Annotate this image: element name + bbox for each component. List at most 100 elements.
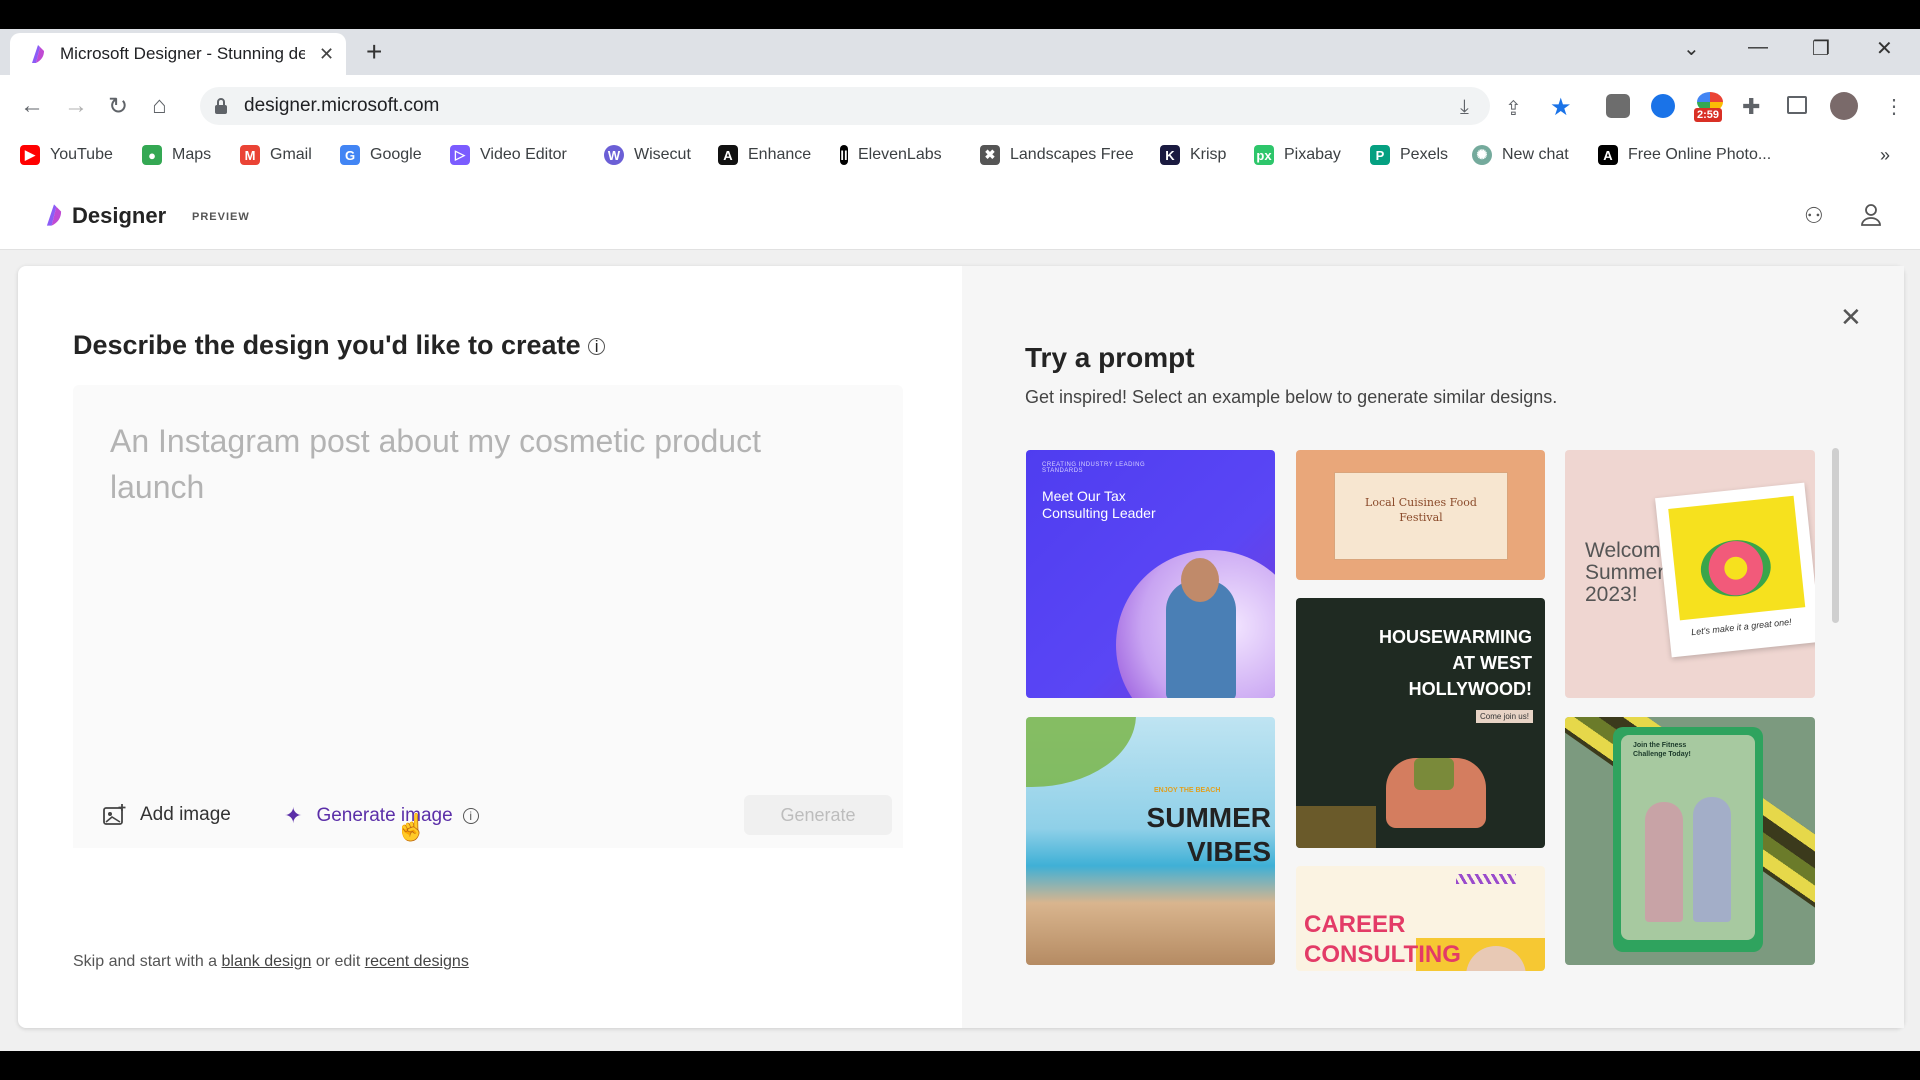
bookmark-youtube[interactable]: ▶ YouTube <box>20 145 113 165</box>
preview-badge: PREVIEW <box>192 211 250 223</box>
share-people-icon[interactable]: ⚇ <box>1804 203 1824 229</box>
bookmark-enhance[interactable]: A Enhance <box>718 145 811 165</box>
tile-headline: HOUSEWARMING AT WEST HOLLYWOOD! <box>1379 627 1532 699</box>
bookmark-elevenlabs[interactable]: ll ElevenLabs <box>840 145 942 165</box>
bookmark-wisecut[interactable]: W Wisecut <box>604 145 691 165</box>
skip-text: Skip and start with a blank design or ed… <box>73 953 469 970</box>
tile-photo-inner <box>1621 735 1755 940</box>
tab-title: Microsoft Designer - Stunning de <box>60 44 305 63</box>
tile-headline: Meet Our Tax Consulting Leader <box>1042 488 1156 521</box>
account-icon[interactable] <box>1858 201 1884 227</box>
page-title: Describe the design you'd like to create… <box>73 330 606 361</box>
share-icon[interactable]: ⇪ <box>1505 96 1522 121</box>
window-close-icon[interactable]: ✕ <box>1876 36 1893 61</box>
try-prompt-title: Try a prompt <box>1025 342 1195 373</box>
pixabay-icon: px <box>1254 145 1274 165</box>
bookmark-google[interactable]: G Google <box>340 145 422 165</box>
app-logo[interactable]: Designer <box>72 203 166 229</box>
url-text[interactable]: designer.microsoft.com <box>244 95 439 117</box>
lock-icon <box>215 98 227 114</box>
tile-person-1 <box>1645 802 1683 922</box>
mouse-cursor-icon: ☝ <box>395 812 428 842</box>
recent-designs-link[interactable]: recent designs <box>365 953 469 970</box>
screen-bottom-border <box>0 1051 1920 1080</box>
wisecut-icon: W <box>604 145 624 165</box>
blank-design-link[interactable]: blank design <box>222 953 312 970</box>
bookmark-landscapes[interactable]: ✖ Landscapes Free <box>980 145 1134 165</box>
prompt-tile-housewarming[interactable]: HOUSEWARMING AT WEST HOLLYWOOD! Come joi… <box>1296 598 1545 848</box>
tile-small-text: ENJOY THE BEACH <box>1154 787 1221 794</box>
generate-button[interactable]: Generate <box>744 795 892 835</box>
maps-icon: ● <box>142 145 162 165</box>
bookmark-star-icon[interactable]: ★ <box>1550 93 1572 122</box>
krisp-icon: K <box>1160 145 1180 165</box>
tile-person-head <box>1181 558 1219 602</box>
gmail-icon: M <box>240 145 260 165</box>
bookmark-pixabay[interactable]: px Pixabay <box>1254 145 1341 165</box>
designer-logo-icon[interactable] <box>42 202 66 228</box>
gallery-scrollbar[interactable] <box>1832 448 1839 623</box>
tile-palm-leaves <box>1026 717 1136 787</box>
chat-icon: ✺ <box>1472 145 1492 165</box>
minimize-icon[interactable]: — <box>1748 36 1768 59</box>
extension-badge: 2:59 <box>1694 108 1723 122</box>
prompt-tile-career-consulting[interactable]: CAREER CONSULTING <box>1296 866 1545 971</box>
google-icon: G <box>340 145 360 165</box>
prompt-placeholder: An Instagram post about my cosmetic prod… <box>110 423 761 505</box>
bookmark-photo[interactable]: A Free Online Photo... <box>1598 145 1771 165</box>
tab-close-icon[interactable]: ✕ <box>319 44 334 65</box>
adobe-icon: A <box>1598 145 1618 165</box>
profile-avatar[interactable] <box>1830 92 1858 120</box>
restore-icon[interactable]: ❐ <box>1812 36 1830 61</box>
extension-play-icon[interactable] <box>1651 94 1675 118</box>
prompt-tile-summer-vibes[interactable]: ENJOY THE BEACH SUMMER VIBES <box>1026 717 1275 965</box>
bookmark-video-editor[interactable]: ▷ Video Editor <box>450 145 567 165</box>
tile-headline: Join the Fitness Challenge Today! <box>1633 742 1691 758</box>
prompt-tile-fitness[interactable]: Join the Fitness Challenge Today! <box>1565 717 1815 965</box>
add-image-button[interactable]: Add image <box>102 803 231 827</box>
home-icon[interactable]: ⌂ <box>152 92 167 120</box>
prompt-tile-food-festival[interactable]: Local Cuisines Food Festival <box>1296 450 1545 580</box>
screen-top-border <box>0 0 1920 29</box>
tile-caption: Let's make it a great one! <box>1690 616 1793 638</box>
extensions-puzzle-icon[interactable]: ✚ <box>1742 94 1760 120</box>
prompt-tile-welcome-summer[interactable]: Welcome Summer 2023! Let's make it a gre… <box>1565 450 1815 698</box>
video-editor-icon: ▷ <box>450 145 470 165</box>
reload-icon[interactable]: ↻ <box>108 92 128 121</box>
bookmark-maps[interactable]: ● Maps <box>142 145 211 165</box>
pexels-icon: P <box>1370 145 1390 165</box>
enhance-icon: A <box>718 145 738 165</box>
tab-search-icon[interactable]: ⌄ <box>1683 36 1700 61</box>
tile-headline: CAREER CONSULTING <box>1304 911 1461 968</box>
extension-timer-icon[interactable]: 2:59 <box>1694 92 1726 124</box>
generate-image-info-icon[interactable]: i <box>462 808 479 824</box>
install-icon[interactable]: ⤓ <box>1460 96 1469 119</box>
tile-stripe-pattern <box>1456 874 1516 884</box>
menu-kebab-icon[interactable]: ⋮ <box>1884 94 1904 119</box>
extension-icon[interactable] <box>1606 94 1630 118</box>
browser-tab[interactable]: Microsoft Designer - Stunning de ✕ <box>10 33 346 75</box>
tile-polaroid: Let's make it a great one! <box>1655 482 1815 658</box>
add-image-icon <box>103 804 126 825</box>
bookmark-pexels[interactable]: P Pexels <box>1370 145 1448 165</box>
side-panel-icon[interactable] <box>1787 96 1807 114</box>
bookmark-krisp[interactable]: K Krisp <box>1160 145 1226 165</box>
tile-tag: Come join us! <box>1476 710 1533 723</box>
back-icon[interactable]: ← <box>20 92 44 120</box>
youtube-icon: ▶ <box>20 145 40 165</box>
tile-person-2 <box>1693 797 1731 922</box>
bookmark-new-chat[interactable]: ✺ New chat <box>1472 145 1569 165</box>
elevenlabs-icon: ll <box>840 145 848 165</box>
info-icon[interactable]: i <box>588 338 606 356</box>
tile-cushion <box>1414 758 1454 790</box>
bookmarks-overflow-icon[interactable]: » <box>1880 145 1890 166</box>
sparkle-icon: ✦ <box>284 803 303 828</box>
new-tab-button[interactable]: + <box>366 38 382 66</box>
forward-icon[interactable]: → <box>64 92 88 120</box>
bookmark-gmail[interactable]: M Gmail <box>240 145 312 165</box>
tile-side-table <box>1296 806 1376 848</box>
prompt-tile-tax-consulting[interactable]: CREATING INDUSTRY LEADING STANDARDS Meet… <box>1026 450 1275 698</box>
close-icon[interactable]: ✕ <box>1840 302 1862 333</box>
generate-image-button[interactable]: ✦ Generate image i <box>284 803 479 829</box>
tile-headline: Local Cuisines Food Festival <box>1365 496 1477 524</box>
